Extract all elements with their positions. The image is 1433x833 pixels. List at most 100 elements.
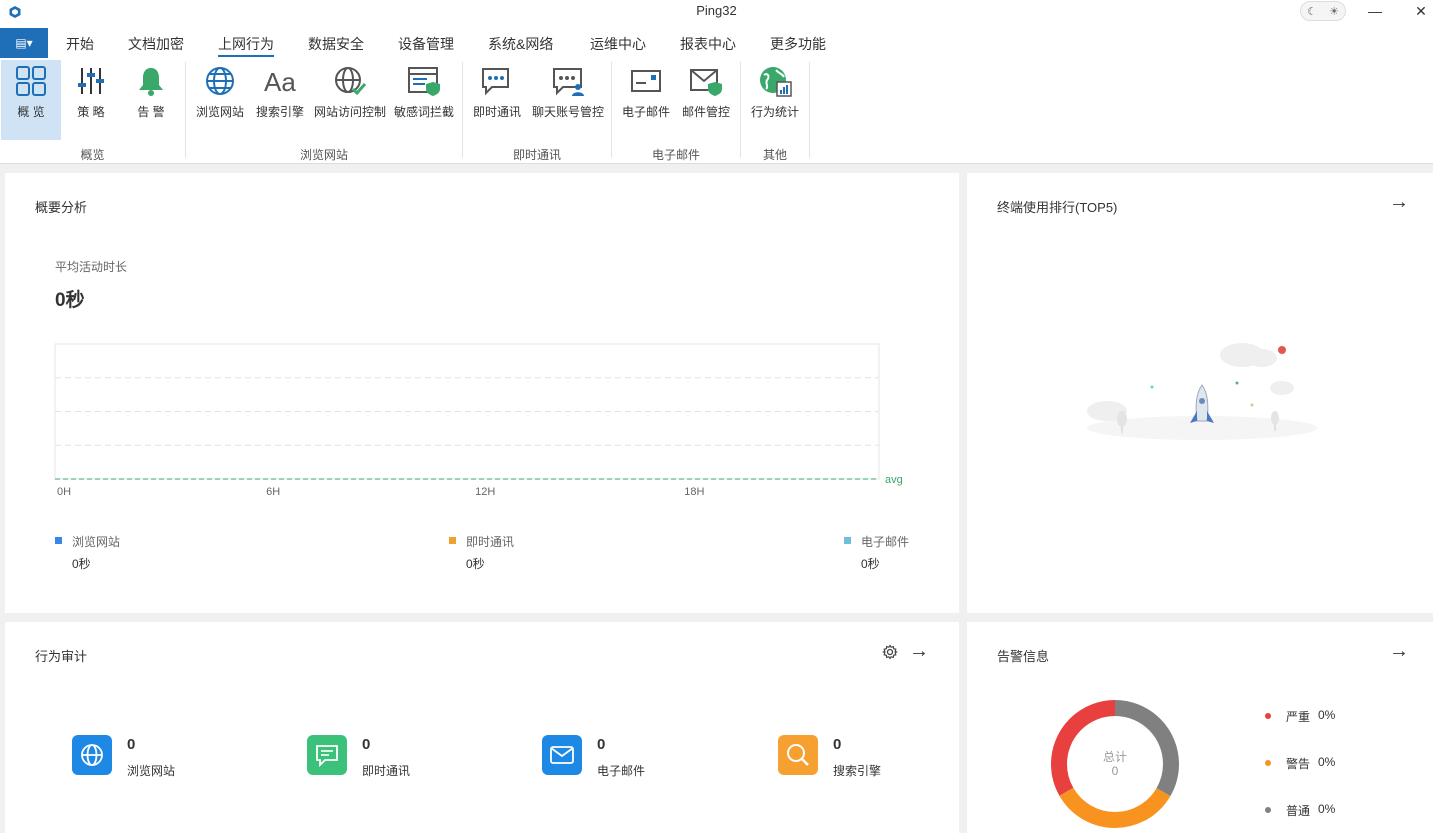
sensitive-word-block-label: 敏感词拦截 [393, 105, 454, 119]
web-access-control-label: 网站访问控制 [313, 105, 386, 119]
ribbon-separator [611, 62, 612, 158]
app-menu-button[interactable]: ▤▾ [0, 28, 48, 58]
audit-browse-label: 浏览网站 [127, 764, 176, 778]
alarm-title: 告警信息 [997, 649, 1050, 664]
group-label-other: 其他 [762, 148, 787, 162]
chart-x-tick: 18H [684, 486, 704, 498]
alarm-label: 告 警 [137, 105, 165, 119]
legend-im-label: 即时通讯 [466, 535, 515, 549]
audit-im-count: 0 [362, 736, 371, 753]
font-aa-icon: Aa [264, 67, 296, 97]
alarm-critical-pct: 0% [1318, 708, 1336, 722]
audit-browse-count: 0 [127, 736, 136, 753]
avg-activity-label: 平均活动时长 [55, 260, 128, 274]
overview-title: 概要分析 [35, 200, 88, 215]
legend-swatch-im [449, 537, 456, 544]
ribbon-separator [740, 62, 741, 158]
chat-account-control-button[interactable]: 聊天账号管控 [529, 60, 607, 140]
behavior-audit-panel: 行为审计 → 0 浏览网站 0 即时通讯 0 电子邮件 0 搜索引擎 [5, 622, 959, 833]
audit-email-label: 电子邮件 [597, 764, 646, 778]
audit-browse-tile[interactable] [72, 735, 112, 775]
avg-activity-value: 0秒 [55, 290, 85, 311]
alarm-arrow-icon[interactable]: → [1389, 641, 1409, 662]
legend-email-value: 0秒 [861, 557, 880, 571]
theme-toggle[interactable]: ☾ ☀ [1300, 1, 1346, 21]
group-label-email: 电子邮件 [651, 148, 700, 162]
gear-icon[interactable] [882, 644, 898, 660]
close-button[interactable]: ✕ [1406, 2, 1433, 20]
minimize-button[interactable]: — [1360, 2, 1390, 20]
ribbon-separator [462, 62, 463, 158]
menu-data-security[interactable]: 数据安全 [308, 34, 364, 54]
email-button[interactable]: 电子邮件 [617, 60, 675, 140]
email-control-label: 邮件管控 [681, 105, 730, 119]
menu-report-center[interactable]: 报表中心 [680, 34, 736, 54]
ribbon-separator [809, 62, 810, 158]
alarm-normal-pct: 0% [1318, 802, 1336, 816]
sensitive-word-block-button[interactable]: 敏感词拦截 [391, 60, 457, 140]
globe-icon [206, 67, 234, 95]
instant-messaging-label: 即时通讯 [472, 105, 521, 119]
chart-avg-label: avg [885, 474, 903, 486]
legend-dot-warning [1265, 760, 1271, 766]
terminal-rank-title: 终端使用排行(TOP5) [997, 200, 1118, 215]
audit-email-tile[interactable] [542, 735, 582, 775]
chart-x-tick: 0H [57, 486, 71, 498]
legend-im-value: 0秒 [466, 557, 485, 571]
policy-label: 策 略 [77, 105, 105, 119]
web-access-control-button[interactable]: 网站访问控制 [311, 60, 389, 140]
alarm-info-panel: 告警信息 → 总计 0 严重 0% 警告 0% 普通 0% [967, 622, 1433, 833]
behavior-stats-label: 行为统计 [750, 105, 799, 119]
empty-state-rocket-illustration [1087, 343, 1317, 440]
overview-panel: 概要分析 平均活动时长 0秒 avg 0H 6H 12H 18H 浏览网站 0秒 即时通… [5, 173, 959, 613]
behavior-stats-button[interactable]: 行为统计 [746, 60, 804, 140]
menu-more-features[interactable]: 更多功能 [770, 34, 826, 54]
overview-button[interactable]: 概 览 [1, 60, 61, 140]
audit-im-tile[interactable] [307, 735, 347, 775]
activity-line-chart: avg 0H 6H 12H 18H [54, 343, 903, 498]
menu-bar: ▤▾ 开始 文档加密 上网行为 数据安全 设备管理 系统&网络 运维中心 报表中… [0, 28, 1433, 58]
email-control-button[interactable]: 邮件管控 [678, 60, 734, 140]
alarm-button[interactable]: 告 警 [122, 60, 180, 140]
search-engine-button[interactable]: Aa 搜索引擎 [252, 60, 308, 140]
overview-label: 概 览 [17, 105, 45, 119]
window-title: Ping32 [696, 3, 737, 18]
title-bar: Ping32 ☾ ☀ — ✕ [0, 0, 1433, 28]
audit-search-tile[interactable] [778, 735, 818, 775]
audit-im-label: 即时通讯 [362, 764, 411, 778]
legend-swatch-email [844, 537, 851, 544]
audit-arrow-icon[interactable]: → [909, 641, 929, 662]
sun-icon: ☀ [1329, 5, 1339, 18]
search-engine-label: 搜索引擎 [255, 105, 304, 119]
audit-title: 行为审计 [35, 649, 88, 664]
browse-web-label: 浏览网站 [195, 105, 244, 119]
menu-doc-encrypt[interactable]: 文档加密 [128, 34, 184, 54]
alarm-warning-label: 警告 [1286, 757, 1311, 771]
ribbon-toolbar: 概 览 策 略 告 警 浏览网站 Aa 搜索引擎 网站访问控制 敏感词拦截 即时… [0, 58, 1433, 164]
alarm-warning-pct: 0% [1318, 755, 1336, 769]
instant-messaging-button[interactable]: 即时通讯 [468, 60, 526, 140]
legend-dot-normal [1265, 807, 1271, 813]
group-label-instant-messaging: 即时通讯 [512, 148, 561, 162]
chart-x-tick: 6H [266, 486, 280, 498]
audit-search-count: 0 [833, 736, 842, 753]
chat-user-icon [553, 68, 584, 96]
menu-start[interactable]: 开始 [66, 34, 94, 54]
group-label-browse-web: 浏览网站 [299, 148, 348, 162]
globe-stats-icon [760, 67, 792, 97]
chat-account-control-label: 聊天账号管控 [531, 105, 604, 119]
menu-system-network[interactable]: 系统&网络 [488, 34, 553, 54]
envelope-icon [631, 70, 661, 92]
menu-internet-behavior[interactable]: 上网行为 [218, 34, 274, 57]
grid-icon [16, 66, 46, 96]
policy-button[interactable]: 策 略 [63, 60, 119, 140]
menu-device-management[interactable]: 设备管理 [398, 34, 454, 54]
envelope-shield-icon [690, 69, 722, 96]
donut-center-label: 总计 [1102, 750, 1127, 764]
ribbon-separator [185, 62, 186, 158]
window-shield-icon [408, 67, 440, 96]
audit-email-count: 0 [597, 736, 606, 753]
browse-web-button[interactable]: 浏览网站 [192, 60, 248, 140]
menu-ops-center[interactable]: 运维中心 [590, 34, 646, 54]
terminal-rank-arrow-icon[interactable]: → [1389, 192, 1409, 213]
